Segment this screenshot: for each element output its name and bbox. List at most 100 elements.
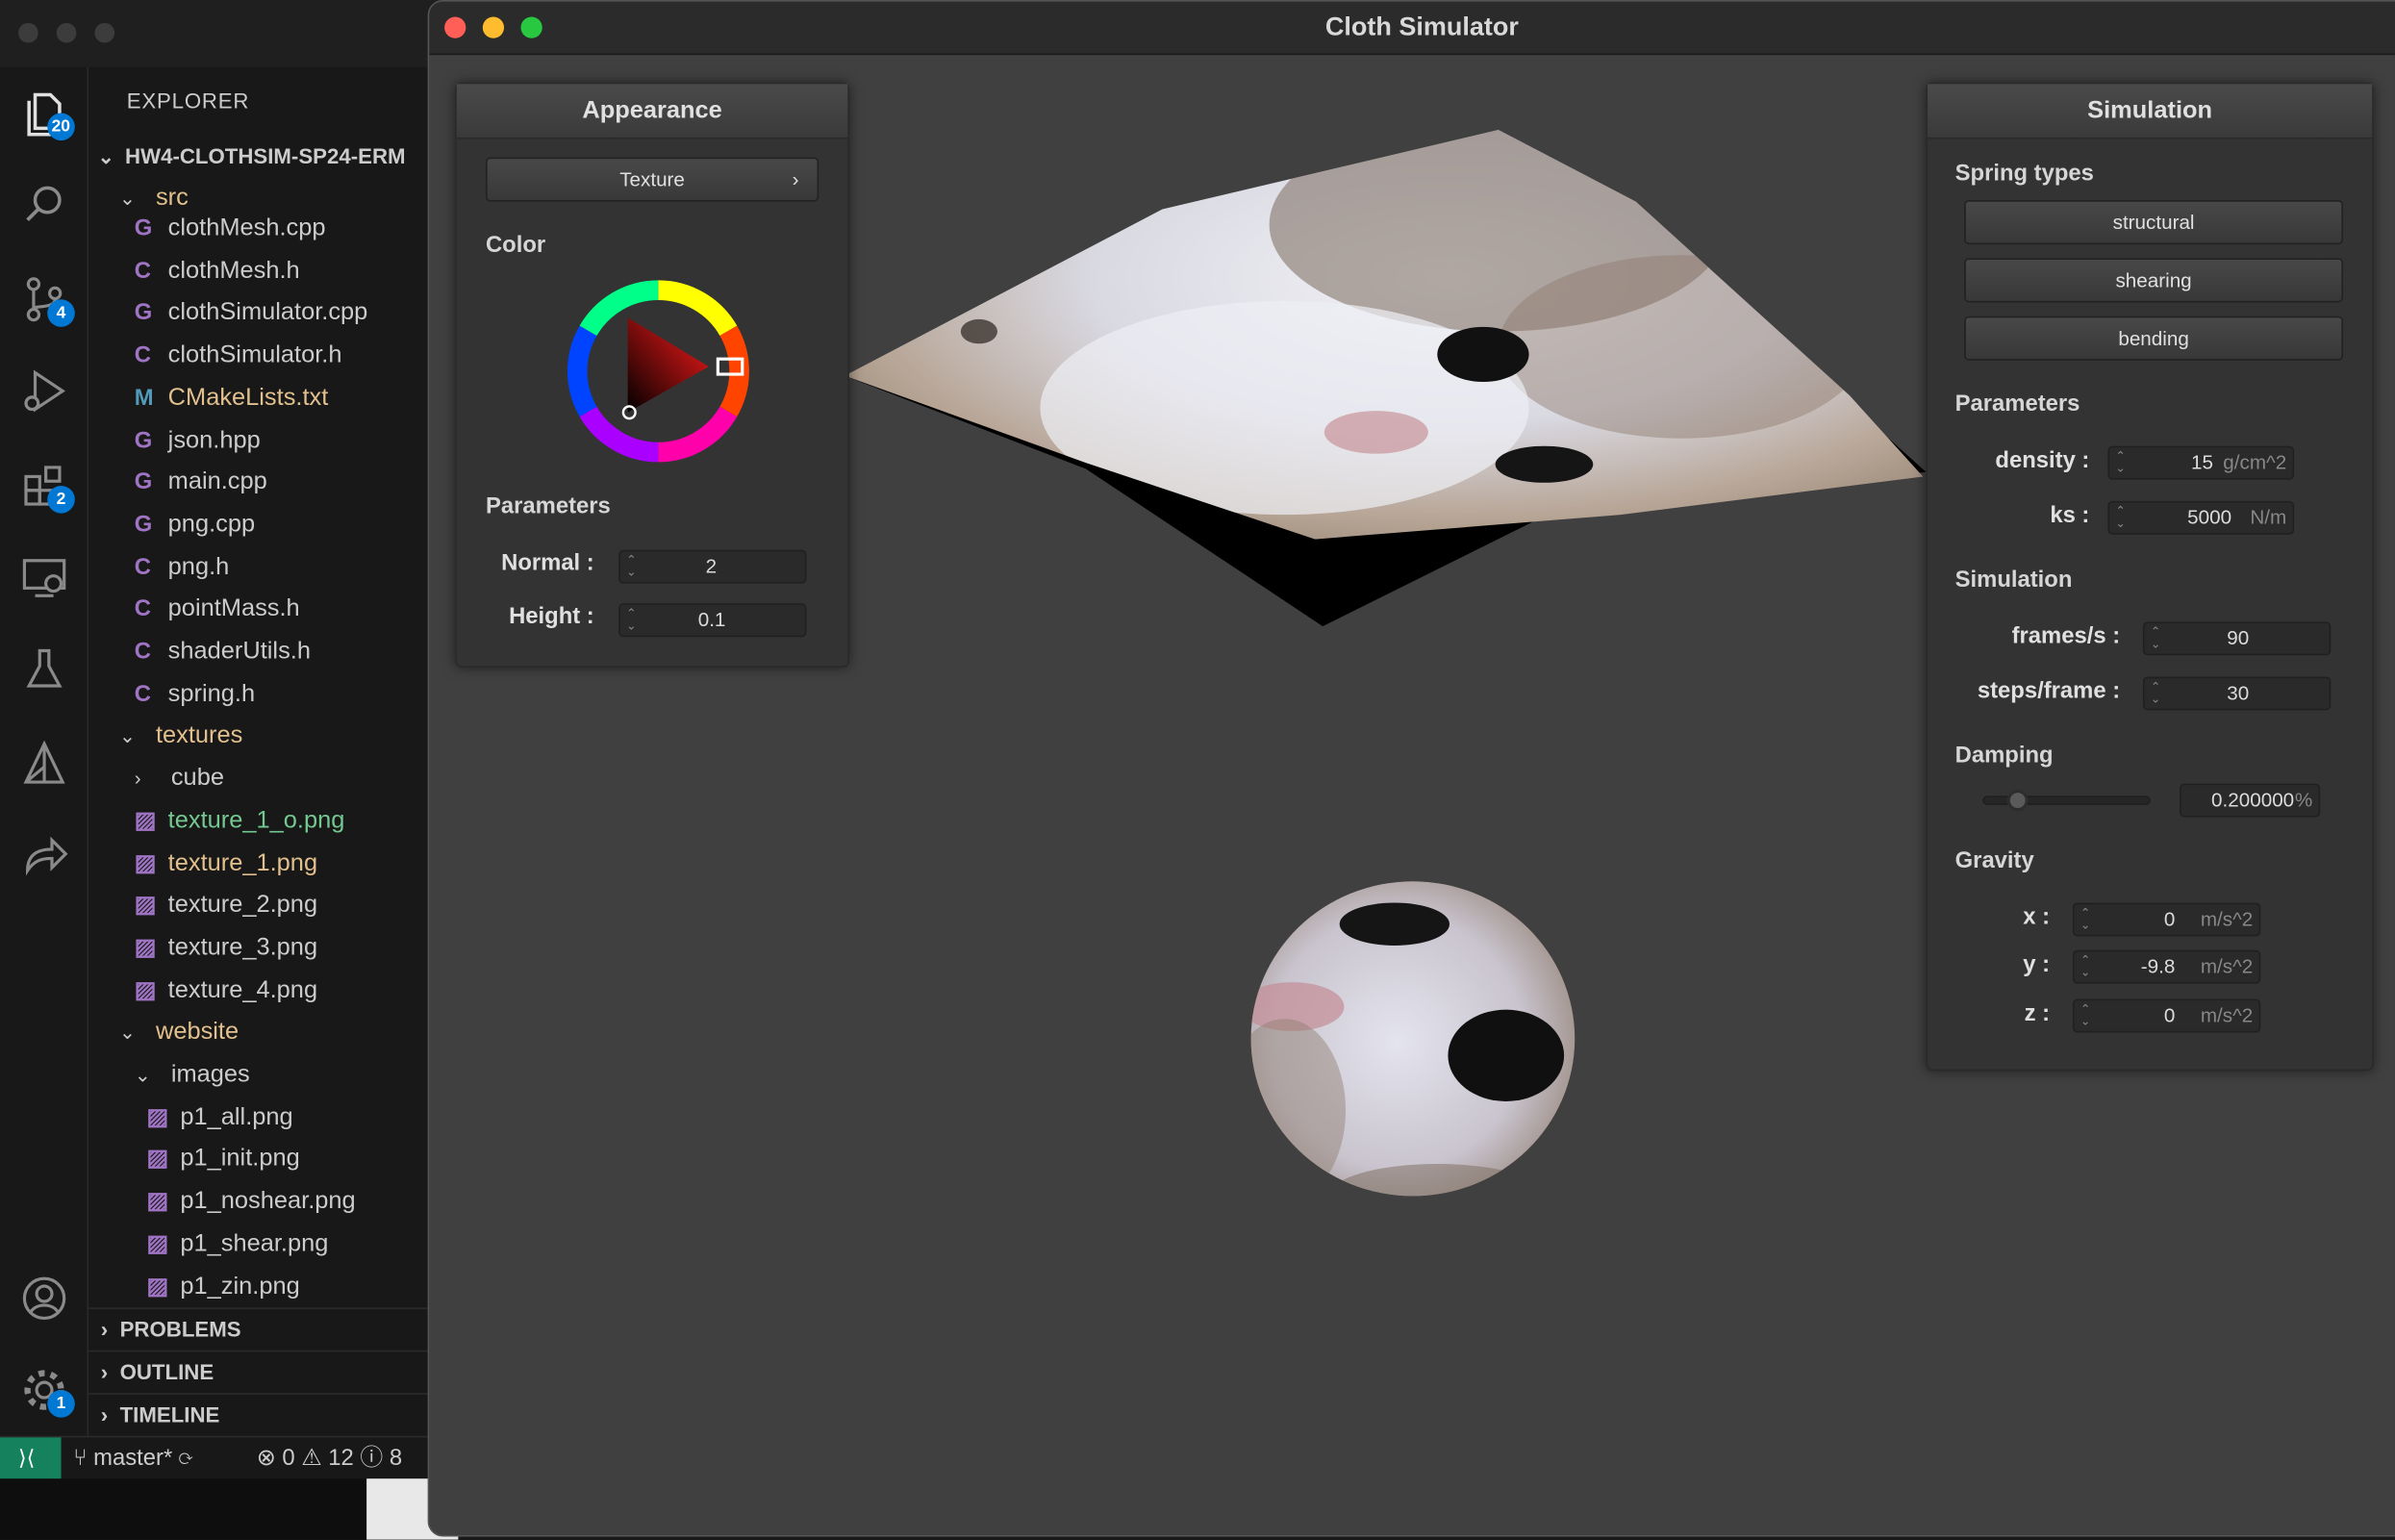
gravity-x-input[interactable]: ⌃ ⌄ 0 m/s^2 [2072,902,2261,937]
tree-folder[interactable]: ⌄ images [135,1055,250,1095]
zoom-window-button[interactable] [94,22,115,43]
damping-input[interactable]: 0.200000 % [2180,783,2321,818]
tree-folder[interactable]: › cube [135,759,224,798]
explorer-activity[interactable]: 20 [13,83,75,144]
tree-file[interactable]: ▨ texture_3.png [135,928,317,968]
tree-item-label: textures [155,722,243,749]
tree-file[interactable]: Cspring.h [135,674,255,714]
remote-explorer-activity[interactable] [13,547,75,609]
warning-icon: ⚠ [301,1445,322,1472]
damping-slider-handle[interactable] [2006,789,2029,812]
texture-button[interactable]: Texture › [485,157,819,202]
problems-section[interactable]: › PROBLEMS [88,1307,459,1349]
c-header-file-icon: C [134,680,151,707]
zoom-button[interactable] [520,16,542,38]
tree-file[interactable]: GclothMesh.cpp [135,210,326,249]
run-debug-activity[interactable] [13,361,75,422]
remote-indicator[interactable]: ⟩⟨ [0,1437,62,1480]
gravity-x-value: 0 [2163,907,2176,931]
bending-label: bending [2118,326,2189,350]
sim-titlebar: Cloth Simulator [429,1,2395,56]
tree-file[interactable]: GclothSimulator.cpp [135,294,368,334]
tree-file[interactable]: CpointMass.h [135,590,300,629]
tree-file[interactable]: CshaderUtils.h [135,632,311,671]
tree-file[interactable]: ▨ texture_1.png [135,844,317,883]
tree-item-label: texture_3.png [167,934,318,961]
manage-activity[interactable]: 1 [13,1359,75,1421]
vscode-titlebar [0,0,459,67]
timeline-section[interactable]: › TIMELINE [88,1393,459,1434]
tree-file[interactable]: ▨ texture_4.png [135,971,317,1010]
tree-folder[interactable]: ⌄ website [119,1013,239,1052]
tree-file[interactable]: Gpng.cpp [135,505,255,544]
gravity-z-input[interactable]: ⌃ ⌄ 0 m/s^2 [2072,998,2261,1033]
tree-file[interactable]: CclothSimulator.h [135,337,342,376]
stepper-icon: ⌃ ⌄ [2115,448,2127,475]
steps-input[interactable]: ⌃ ⌄ 30 [2142,676,2332,711]
cmake-activity[interactable] [13,733,75,795]
tree-file[interactable]: Gjson.hpp [135,420,261,460]
density-label: density : [1995,447,2090,474]
branch-icon: ⑂ [73,1445,88,1472]
tree-file[interactable]: CclothMesh.h [135,252,300,291]
damping-label: Damping [1954,742,2054,769]
color-wheel[interactable] [567,280,750,464]
live-share-activity[interactable] [13,825,75,887]
bending-toggle[interactable]: bending [1964,316,2343,361]
problems-item[interactable]: ⊗ 0 ⚠ 12 ⓘ 8 [257,1437,402,1478]
stepper-icon: ⌃ ⌄ [626,552,637,579]
density-value: 15 [2191,450,2214,474]
tree-file[interactable]: M CMakeLists.txt [135,379,329,418]
fps-input[interactable]: ⌃ ⌄ 90 [2142,621,2332,656]
tree-item-label: png.h [167,553,230,580]
gravity-y-input[interactable]: ⌃ ⌄ -9.8 m/s^2 [2072,949,2261,984]
tree-file[interactable]: ▨ texture_1_o.png [135,801,345,841]
accounts-activity[interactable] [13,1268,75,1329]
minimize-button[interactable] [482,16,505,38]
minimize-window-button[interactable] [56,22,77,43]
structural-toggle[interactable]: structural [1964,200,2343,245]
testing-activity[interactable] [13,639,75,700]
tree-file[interactable]: ▨ p1_noshear.png [146,1182,355,1222]
tree-file[interactable]: ▨ texture_2.png [135,886,317,925]
outline-section[interactable]: › OUTLINE [88,1350,459,1392]
appearance-panel: Appearance Texture › Color Parameters No… [455,82,849,668]
density-input[interactable]: ⌃ ⌄ 15 g/cm^2 [2107,445,2295,480]
height-input[interactable]: ⌃ ⌄ 0.1 [618,603,807,638]
tree-file[interactable]: ▨ p1_all.png [146,1098,292,1137]
chevron-down-icon: ⌄ [118,1021,137,1045]
tree-file[interactable]: Gmain.cpp [135,463,267,502]
flask-icon [26,648,63,688]
shearing-toggle[interactable]: shearing [1964,258,2343,303]
stepper-icon: ⌃ ⌄ [2115,504,2127,531]
cpp-file-icon: G [134,299,153,326]
damping-value: 0.200000 [2211,788,2295,812]
image-file-icon: ▨ [134,976,157,1003]
tree-file[interactable]: ▨ p1_shear.png [146,1224,328,1264]
tree-file[interactable]: Cpng.h [135,547,230,587]
project-root[interactable]: ⌄ HW4-CLOTHSIM-SP24-ERM [98,136,406,175]
stepper-icon: ⌃ ⌄ [2080,952,2091,979]
source-control-activity[interactable]: 4 [13,268,75,330]
tree-file[interactable]: ▨ p1_init.png [146,1140,299,1179]
close-button[interactable] [444,16,466,38]
tree-item-label: src [155,185,189,212]
damping-unit: % [2294,788,2313,812]
color-triangle[interactable] [627,317,709,413]
tree-file[interactable]: ▨ p1_zin.png [146,1267,299,1306]
height-label: Height : [509,603,594,630]
tree-folder[interactable]: ⌄ textures [119,717,243,756]
damping-slider[interactable] [1982,789,2151,812]
structural-label: structural [2112,211,2195,234]
c-header-file-icon: C [134,553,151,580]
error-count: 0 [282,1445,295,1472]
normal-value: 2 [705,554,718,578]
close-window-button[interactable] [18,22,38,43]
tree-item-label: p1_init.png [180,1146,300,1173]
search-activity[interactable] [13,174,75,236]
extensions-badge: 2 [47,485,75,514]
normal-input[interactable]: ⌃ ⌄ 2 [618,549,807,584]
extensions-activity[interactable]: 2 [13,455,75,517]
branch-item[interactable]: ⑂ master* ⟳ [73,1437,192,1478]
ks-input[interactable]: ⌃ ⌄ 5000 N/m [2107,500,2295,535]
